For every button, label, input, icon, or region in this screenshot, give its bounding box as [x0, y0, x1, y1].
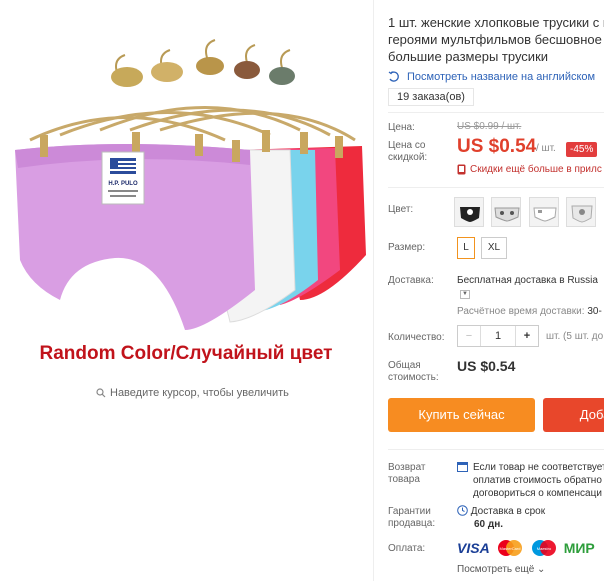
chevron-down-icon: ⌄	[537, 564, 546, 575]
size-label: Размер:	[388, 242, 426, 253]
eta-label: Расчётное время доставки:	[457, 306, 585, 317]
buy-now-button[interactable]: Купить сейчас	[388, 398, 535, 432]
total-label: Общая стоимость:	[388, 360, 439, 383]
divider	[388, 187, 604, 188]
svg-text:Maestro: Maestro	[536, 546, 551, 551]
zoom-hint-text: Наведите курсор, чтобы увеличить	[110, 387, 289, 399]
color-label: Цвет:	[388, 204, 414, 215]
add-to-cart-button[interactable]: Добав	[543, 398, 604, 432]
svg-text:MasterCard: MasterCard	[499, 546, 520, 551]
show-more-text[interactable]: Посмотреть ещё	[457, 564, 534, 575]
title-line: 1 шт. женские хлопковые трусики с п	[388, 15, 604, 30]
payment-label: Оплата:	[388, 543, 426, 554]
total-price: US $0.54	[457, 358, 516, 374]
divider	[388, 112, 604, 113]
zoom-hint: Наведите курсор, чтобы увеличить	[96, 387, 289, 399]
stock-info: шт. (5 шт. до	[546, 331, 604, 342]
product-title: 1 шт. женские хлопковые трусики с п геро…	[388, 14, 604, 65]
discount-price-label: Цена со скидкой:	[388, 140, 428, 163]
photo-caption: Random Color/Случайный цвет	[39, 343, 333, 364]
guarantee-label: Гарантии продавца:	[388, 506, 436, 529]
title-line: большие размеры трусики	[388, 49, 549, 64]
quantity-label: Количество:	[388, 332, 445, 343]
chevron-down-icon[interactable]: ▼	[460, 290, 470, 299]
return-line: Если товар не соответствует	[473, 462, 604, 473]
orders-count: 19 заказа(ов)	[388, 88, 474, 106]
product-gallery: H.P. PULO Random Color/Случайный цвет На…	[0, 0, 372, 581]
size-option-xl[interactable]: XL	[481, 237, 507, 259]
translate-icon	[388, 71, 399, 82]
product-photo[interactable]: H.P. PULO	[0, 0, 372, 381]
app-promo-link[interactable]: Скидки ещё больше в прилс	[457, 164, 602, 175]
svg-text:H.P. PULO: H.P. PULO	[108, 181, 138, 187]
return-line: оплатив стоимость обратно	[473, 475, 602, 486]
show-more-link[interactable]: Посмотреть ещё ⌄	[457, 564, 545, 575]
brand-tag: H.P. PULO	[101, 151, 145, 205]
panel-divider	[373, 0, 374, 581]
guarantee-text: Доставка в срок	[470, 506, 546, 517]
quantity-stepper: − 1 +	[457, 325, 539, 347]
eta-value: 30-	[587, 306, 602, 317]
mastercard-icon: MasterCard	[497, 540, 522, 556]
price-unit: / шт.	[536, 143, 556, 154]
hanger-heads	[111, 57, 295, 87]
translate-title-link[interactable]: Посмотреть название на английском	[388, 70, 595, 83]
title-line: героями мультфильмов бесшовное ж	[388, 32, 604, 47]
translate-link-text[interactable]: Посмотреть название на английском	[407, 71, 595, 83]
clock-icon	[457, 505, 468, 516]
visa-icon: VISA	[457, 540, 490, 556]
guarantee-policy: Доставка в срок	[457, 505, 545, 518]
size-option-l[interactable]: L	[457, 237, 475, 259]
quantity-decrease-button[interactable]: −	[458, 326, 480, 346]
color-swatch-grey[interactable]	[566, 197, 596, 227]
magnifier-icon	[96, 388, 106, 398]
old-price: US $0.99 / шт.	[457, 121, 522, 132]
color-swatch-black[interactable]	[454, 197, 484, 227]
mir-icon: МИР	[563, 540, 595, 556]
shipping-label: Доставка:	[388, 275, 434, 286]
product-details: 1 шт. женские хлопковые трусики с п геро…	[388, 0, 604, 581]
delivery-estimate: Расчётное время доставки: 30-	[457, 306, 602, 317]
return-policy: Если товар не соответствует оплатив стои…	[457, 461, 604, 500]
calendar-icon	[457, 462, 468, 472]
quantity-increase-button[interactable]: +	[516, 326, 538, 346]
color-swatch-white[interactable]	[529, 197, 559, 227]
return-line: договориться о компенсаци	[473, 488, 602, 499]
color-swatch-print[interactable]	[491, 197, 521, 227]
guarantee-days: 60 дн.	[474, 519, 504, 530]
app-promo-text[interactable]: Скидки ещё больше в прилс	[470, 164, 602, 175]
shipping-text: Бесплатная доставка в Russia	[457, 275, 598, 286]
divider	[388, 449, 604, 450]
payment-methods: VISA MasterCard Maestro МИР	[457, 538, 595, 558]
discount-price: US $0.54	[457, 136, 537, 157]
price-label: Цена:	[388, 122, 415, 133]
phone-icon	[457, 164, 466, 175]
quantity-input[interactable]: 1	[480, 326, 516, 346]
return-label: Возврат товара	[388, 462, 426, 485]
discount-badge: -45%	[566, 142, 598, 157]
maestro-icon: Maestro	[531, 540, 556, 556]
